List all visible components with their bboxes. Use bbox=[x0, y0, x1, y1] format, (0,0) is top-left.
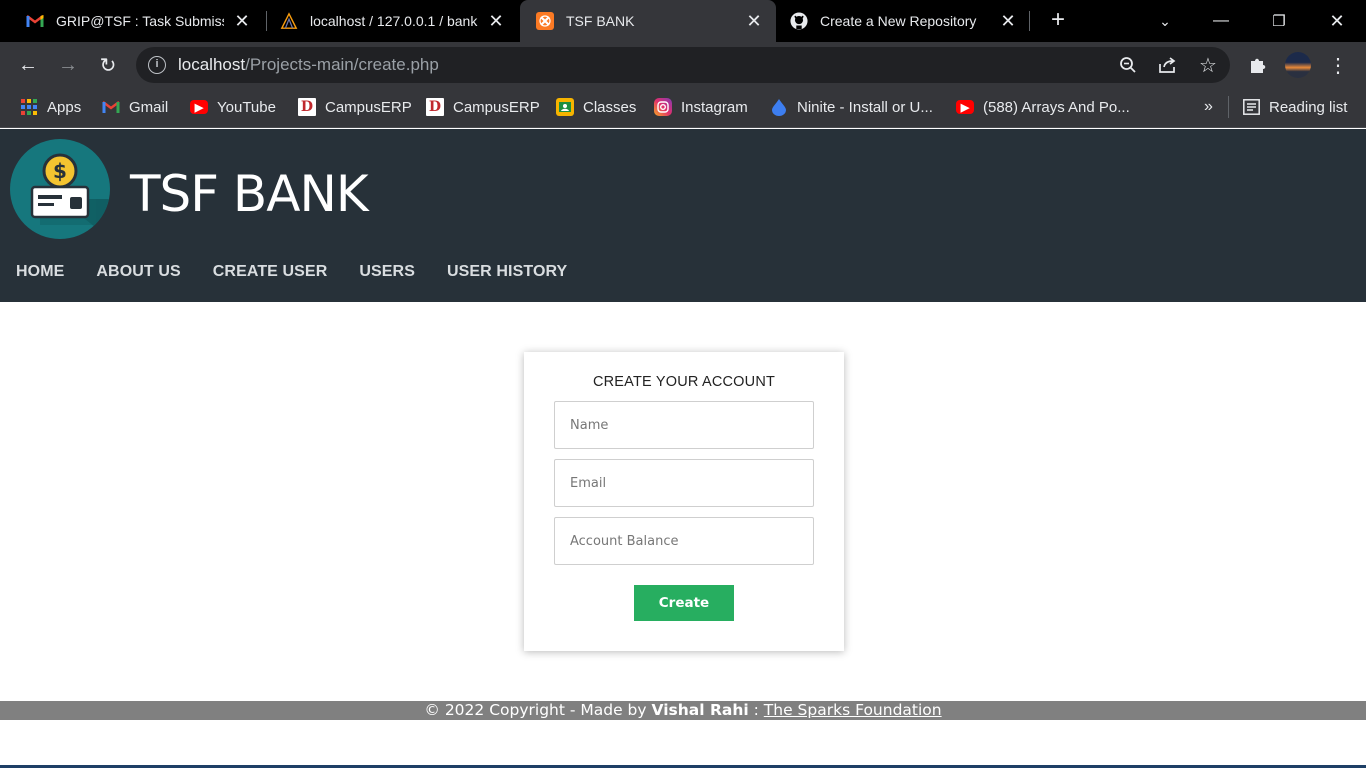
nav-about-us[interactable]: ABOUT US bbox=[96, 263, 180, 281]
nav-home[interactable]: HOME bbox=[16, 263, 64, 281]
tab-title: localhost / 127.0.0.1 / bank bbox=[310, 13, 478, 29]
bookmark-instagram[interactable]: Instagram bbox=[654, 96, 748, 118]
bank-logo[interactable]: $ bbox=[10, 139, 110, 239]
site-footer: © 2022 Copyright - Made by Vishal Rahi :… bbox=[0, 701, 1366, 720]
nav-create-user[interactable]: CREATE USER bbox=[213, 263, 328, 281]
bookmark-star-icon[interactable]: ☆ bbox=[1198, 55, 1218, 77]
bookmark-apps[interactable]: Apps bbox=[20, 96, 81, 118]
nav-users[interactable]: USERS bbox=[359, 263, 415, 281]
tab-phpmyadmin[interactable]: localhost / 127.0.0.1 / bank ✕ bbox=[254, 0, 518, 42]
share-icon[interactable] bbox=[1158, 55, 1178, 75]
tab-close-icon[interactable]: ✕ bbox=[998, 11, 1018, 31]
footer-separator: : bbox=[748, 701, 764, 719]
browser-toolbar: ← → ↻ i localhost/Projects-main/create.p… bbox=[0, 42, 1366, 88]
bookmark-label: (588) Arrays And Po... bbox=[983, 98, 1130, 116]
url-text[interactable]: localhost/Projects-main/create.php bbox=[178, 55, 439, 75]
site-header: $ TSF BANK HOME ABOUT US CREATE USER USE… bbox=[0, 129, 1366, 302]
nav-user-history[interactable]: USER HISTORY bbox=[447, 263, 567, 281]
bookmark-gmail[interactable]: Gmail bbox=[102, 96, 168, 118]
zoom-icon[interactable] bbox=[1118, 55, 1138, 75]
tab-title: GRIP@TSF : Task Submissio bbox=[56, 13, 224, 29]
xampp-icon bbox=[536, 12, 554, 30]
forward-arrow-icon[interactable]: → bbox=[54, 51, 82, 79]
minimize-button[interactable]: — bbox=[1198, 0, 1244, 42]
tab-title: TSF BANK bbox=[566, 13, 635, 29]
reload-icon[interactable]: ↻ bbox=[94, 51, 122, 79]
bookmark-ninite[interactable]: Ninite - Install or U... bbox=[770, 96, 933, 118]
site-title: TSF BANK bbox=[130, 165, 369, 223]
tab-close-icon[interactable]: ✕ bbox=[232, 11, 252, 31]
youtube-icon: ▶ bbox=[956, 100, 974, 114]
back-arrow-icon[interactable]: ← bbox=[14, 51, 42, 79]
github-icon bbox=[790, 12, 808, 30]
bookmark-youtube[interactable]: ▶ YouTube bbox=[190, 96, 276, 118]
new-tab-button[interactable]: + bbox=[1046, 8, 1070, 33]
gmail-icon bbox=[26, 12, 44, 30]
bookmark-campuserp-2[interactable]: D CampusERP bbox=[426, 96, 540, 118]
bookmark-label: YouTube bbox=[217, 98, 276, 116]
youtube-icon: ▶ bbox=[190, 100, 208, 114]
account-balance-input[interactable] bbox=[554, 517, 814, 565]
bookmark-label: Gmail bbox=[129, 98, 169, 116]
extensions-puzzle-icon[interactable] bbox=[1248, 55, 1268, 75]
profile-avatar[interactable] bbox=[1285, 52, 1311, 78]
bookmark-label: Apps bbox=[47, 98, 82, 116]
footer-copyright: © 2022 Copyright - Made by bbox=[424, 701, 652, 719]
bookmark-classes[interactable]: Classes bbox=[556, 96, 636, 118]
campuserp-icon: D bbox=[426, 98, 444, 116]
ninite-icon bbox=[770, 98, 788, 116]
bookmark-label: CampusERP bbox=[325, 98, 412, 116]
footer-author: Vishal Rahi bbox=[651, 701, 749, 719]
address-bar[interactable]: i localhost/Projects-main/create.php ☆ bbox=[136, 47, 1230, 83]
main-nav: HOME ABOUT US CREATE USER USERS USER HIS… bbox=[16, 263, 599, 281]
tab-grip-task-submission[interactable]: GRIP@TSF : Task Submissio ✕ bbox=[0, 0, 264, 42]
phpmyadmin-icon bbox=[280, 12, 298, 30]
kebab-menu-icon[interactable]: ⋮ bbox=[1328, 55, 1348, 77]
tab-close-icon[interactable]: ✕ bbox=[744, 11, 764, 31]
reading-list-icon bbox=[1242, 98, 1260, 116]
reading-list-button[interactable]: Reading list bbox=[1242, 96, 1347, 118]
bookmark-label: Instagram bbox=[681, 98, 748, 116]
tab-github-new-repo[interactable]: Create a New Repository ✕ bbox=[776, 0, 1030, 42]
footer-foundation-link[interactable]: The Sparks Foundation bbox=[764, 701, 942, 719]
instagram-icon bbox=[654, 98, 672, 116]
site-info-icon[interactable]: i bbox=[148, 56, 166, 74]
tab-divider bbox=[1029, 11, 1030, 31]
form-heading: CREATE YOUR ACCOUNT bbox=[592, 374, 776, 390]
gmail-icon bbox=[102, 98, 120, 116]
apps-grid-icon bbox=[20, 98, 38, 116]
tab-title: Create a New Repository bbox=[820, 13, 977, 29]
campuserp-icon: D bbox=[298, 98, 316, 116]
restore-button[interactable]: ❐ bbox=[1256, 0, 1302, 42]
tab-close-icon[interactable]: ✕ bbox=[486, 11, 506, 31]
close-window-button[interactable]: ✕ bbox=[1314, 0, 1360, 42]
reading-list-label: Reading list bbox=[1269, 98, 1348, 116]
bookmark-arrays-video[interactable]: ▶ (588) Arrays And Po... bbox=[956, 96, 1130, 118]
bookmark-label: Classes bbox=[583, 98, 637, 116]
classroom-icon bbox=[556, 98, 574, 116]
bookmark-campuserp-1[interactable]: D CampusERP bbox=[298, 96, 412, 118]
create-account-form: CREATE YOUR ACCOUNT Create bbox=[524, 352, 844, 651]
bookmarks-bar: Apps Gmail ▶ YouTube D CampusERP D Campu… bbox=[0, 88, 1366, 128]
tab-tsf-bank[interactable]: TSF BANK ✕ bbox=[520, 0, 776, 42]
bookmark-label: CampusERP bbox=[453, 98, 540, 116]
browser-tab-strip: GRIP@TSF : Task Submissio ✕ localhost / … bbox=[0, 0, 1366, 42]
tab-search-chevron-icon[interactable]: ⌄ bbox=[1142, 0, 1188, 42]
create-button[interactable]: Create bbox=[634, 585, 734, 621]
name-input[interactable] bbox=[554, 401, 814, 449]
bookmark-label: Ninite - Install or U... bbox=[797, 98, 933, 116]
bookmarks-overflow-button[interactable]: » bbox=[1204, 96, 1213, 118]
svg-text:$: $ bbox=[53, 159, 67, 183]
bookmarks-divider bbox=[1228, 96, 1229, 118]
email-input[interactable] bbox=[554, 459, 814, 507]
